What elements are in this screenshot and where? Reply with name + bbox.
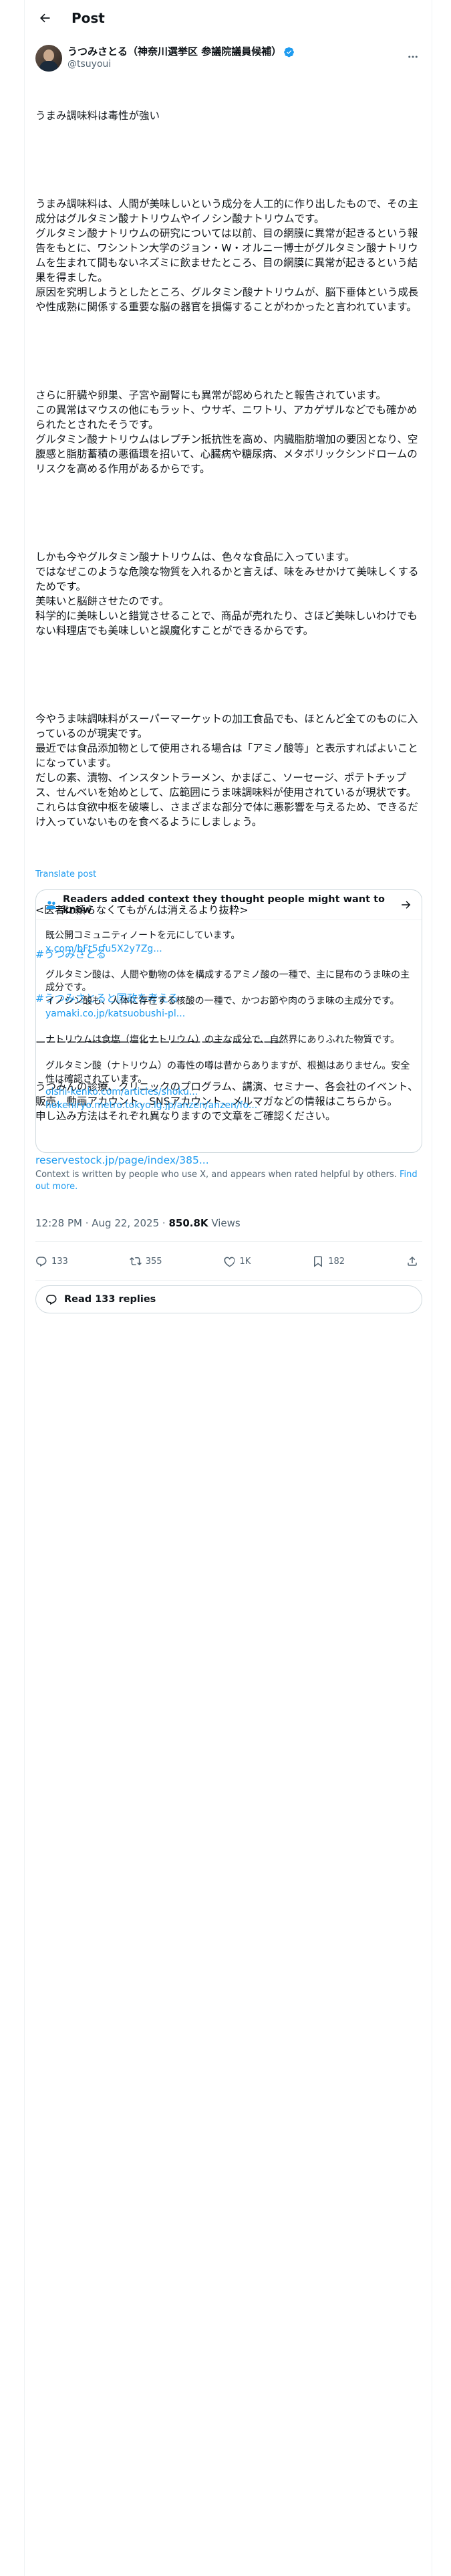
heart-icon xyxy=(223,1257,235,1267)
share-icon xyxy=(408,1256,417,1266)
arrow-left-icon xyxy=(40,13,50,22)
like-count: 1K xyxy=(239,1256,251,1267)
back-button[interactable] xyxy=(33,6,57,30)
read-replies-label: Read 133 replies xyxy=(64,1294,156,1305)
views-label: Views xyxy=(208,1217,241,1229)
display-name-row[interactable]: うつみさとる（神奈川選挙区 参議院議員候補） xyxy=(67,45,295,58)
external-link[interactable]: reservestock.jp/page/index/385... xyxy=(35,1153,422,1168)
post-paragraph: 今やうま味調味料がスーパーマーケットの加工食品でも、ほとんど全てのものに入ってい… xyxy=(35,713,418,828)
community-note-header[interactable]: Readers added context they thought peopl… xyxy=(36,890,422,920)
note-intro: 既公開コミュニティノートを元にしています。 xyxy=(45,930,241,941)
like-button[interactable]: 1K xyxy=(223,1255,251,1267)
verified-badge-icon xyxy=(284,47,295,57)
top-bar: Post xyxy=(25,0,432,35)
read-replies-button[interactable]: Read 133 replies xyxy=(35,1285,422,1313)
translate-post-link[interactable]: Translate post xyxy=(35,869,96,879)
post-paragraph: さらに肝臓や卵巣、子宮や副腎にも異常が認められたと報告されています。 この異常は… xyxy=(35,389,418,475)
post-paragraph: うまみ調味料は、人間が美味しいという成分を人工的に作り出したもので、その主成分は… xyxy=(35,198,419,313)
note-point: グルタミン酸は、人間や動物の体を構成するアミノ酸の一種で、主に昆布のうま味の主成… xyxy=(45,969,410,1006)
community-note: Readers added context they thought peopl… xyxy=(35,889,422,1153)
post-time[interactable]: 12:28 PM · Aug 22, 2025 xyxy=(35,1217,159,1229)
post-paragraph xyxy=(35,152,422,167)
note-point: ナトリウムは食塩（塩化ナトリウム）の主な成分で、自然界にありふれた物質です。 xyxy=(45,1035,400,1045)
note-point: グルタミン酸（ナトリウム）の毒性の噂は昔からありますが、根拠はありません。安全性… xyxy=(45,1061,410,1085)
repost-button[interactable]: 355 xyxy=(129,1255,162,1267)
more-icon xyxy=(408,56,418,58)
handle[interactable]: @tsuyoui xyxy=(67,58,295,71)
community-note-title: Readers added context they thought peopl… xyxy=(63,894,385,916)
divider xyxy=(35,1241,422,1242)
post-paragraph xyxy=(35,506,422,520)
reply-count: 133 xyxy=(51,1256,68,1267)
post-meta: 12:28 PM · Aug 22, 2025 · 850.8K Views xyxy=(35,1217,241,1229)
note-source-link[interactable]: oishi-kenko.com/articles/shoku... xyxy=(45,1086,412,1099)
post-column: Post うつみさとる（神奈川選挙区 参議院議員候補） @tsuyoui うまみ… xyxy=(24,0,432,2576)
bookmark-button[interactable]: 182 xyxy=(312,1255,345,1267)
people-icon xyxy=(46,901,56,909)
author-row: うつみさとる（神奈川選挙区 参議院議員候補） @tsuyoui xyxy=(35,43,422,73)
repost-count: 355 xyxy=(145,1256,162,1267)
author-names: うつみさとる（神奈川選挙区 参議院議員候補） @tsuyoui xyxy=(67,45,295,71)
bookmark-count: 182 xyxy=(328,1256,345,1267)
divider xyxy=(35,1280,422,1281)
display-name[interactable]: うつみさとる（神奈川選挙区 参議院議員候補） xyxy=(67,45,281,58)
share-button[interactable] xyxy=(406,1255,422,1267)
avatar[interactable] xyxy=(35,45,62,72)
note-footer-text: Context is written by people who use X, … xyxy=(35,1170,397,1180)
reply-icon xyxy=(36,1257,47,1267)
community-note-body: 既公開コミュニティノートを元にしています。 x.com/bFt5rfu5X2y7Z… xyxy=(36,920,422,1112)
more-options-button[interactable] xyxy=(404,47,422,66)
reply-icon xyxy=(46,1295,57,1305)
repost-icon xyxy=(129,1257,142,1266)
reply-button[interactable]: 133 xyxy=(35,1255,68,1267)
page-title: Post xyxy=(71,9,105,26)
arrow-right-icon xyxy=(402,901,411,909)
views-count: 850.8K xyxy=(168,1217,208,1229)
post-paragraph xyxy=(35,344,422,358)
bookmark-icon xyxy=(314,1256,323,1267)
post-paragraph: うまみ調味料は毒性が強い xyxy=(35,110,160,122)
post-paragraph xyxy=(35,667,422,682)
action-bar: 133 355 1K 182 xyxy=(35,1245,422,1277)
note-source-link[interactable]: hokeniryo.metro.tokyo.lg.jp/anzen/anzen/… xyxy=(45,1099,412,1113)
post-paragraph: しかも今やグルタミン酸ナトリウムは、色々な食品に入っています。 ではなぜこのよう… xyxy=(35,551,419,637)
note-source-link[interactable]: yamaki.co.jp/katsuobushi-pl... xyxy=(45,1008,412,1021)
community-note-footer: Context is written by people who use X, … xyxy=(35,1169,422,1193)
page: Post うつみさとる（神奈川選挙区 参議院議員候補） @tsuyoui うまみ… xyxy=(0,0,451,2576)
meta-separator: · xyxy=(159,1217,169,1229)
note-source-link[interactable]: x.com/bFt5rfu5X2y7Zg... xyxy=(45,943,412,956)
